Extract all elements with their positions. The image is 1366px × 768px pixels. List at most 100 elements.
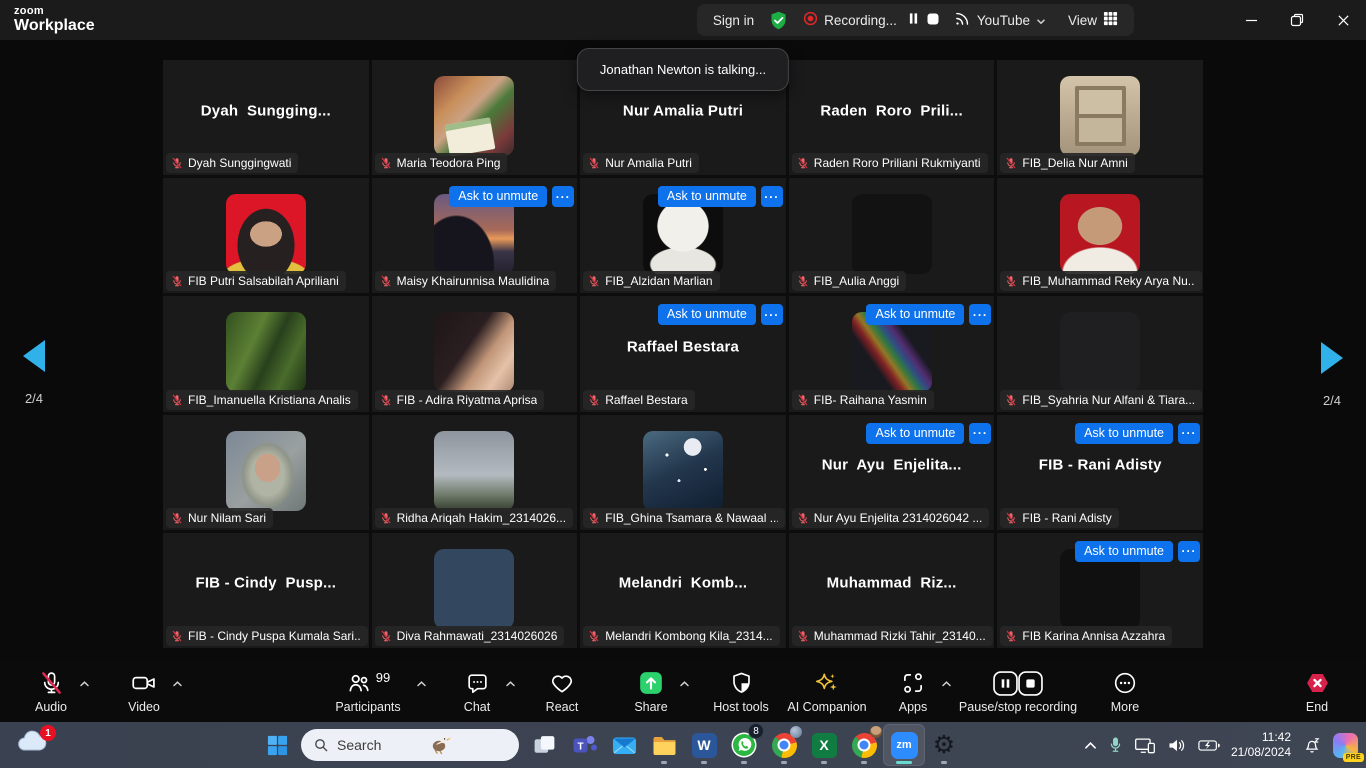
- taskbar-teams-button[interactable]: T: [564, 725, 604, 765]
- participant-tile[interactable]: Ask to unmute··· FIB Karina Annisa Azzahr…: [997, 533, 1203, 648]
- taskbar-whatsapp-button[interactable]: 8: [724, 725, 764, 765]
- volume-icon[interactable]: [1167, 737, 1187, 754]
- muted-mic-icon: [1005, 394, 1017, 406]
- participant-tile[interactable]: Ask to unmute···Raffael BestaraRaffael B…: [580, 296, 786, 411]
- participant-tile[interactable]: Nur Nilam Sari: [163, 415, 369, 530]
- participant-name: FIB Karina Annisa Azzahra: [1022, 629, 1165, 643]
- participant-tile[interactable]: Ridha Ariqah Hakim_2314026...: [372, 415, 578, 530]
- running-indicator: [941, 761, 947, 764]
- taskbar-chrome-button[interactable]: [764, 725, 804, 765]
- participant-name-pill: FIB_Syahria Nur Alfani & Tiara...: [1000, 390, 1202, 410]
- participant-tile[interactable]: FIB_Imanuella Kristiana Analis: [163, 296, 369, 411]
- participant-tile[interactable]: Muhammad Riz...Muhammad Rizki Tahir_2314…: [789, 533, 995, 648]
- participant-avatar: [434, 312, 514, 392]
- participant-name: FIB_Ghina Tsamara & Nawaal ...: [605, 511, 778, 525]
- start-button[interactable]: [258, 726, 296, 764]
- taskbar-mail-button[interactable]: [604, 725, 644, 765]
- battery-charging-icon[interactable]: [1198, 739, 1220, 752]
- participant-tile[interactable]: Maria Teodora Ping: [372, 60, 578, 175]
- participant-avatar: [643, 431, 723, 511]
- taskbar-zoom-button[interactable]: zm: [884, 725, 924, 765]
- widgets-button[interactable]: 1: [16, 729, 60, 761]
- taskbar-word-button[interactable]: W: [684, 725, 724, 765]
- tile-more-button[interactable]: ···: [1178, 423, 1200, 444]
- participant-tile[interactable]: Ask to unmute···FIB - Rani AdistyFIB - R…: [997, 415, 1203, 530]
- copilot-icon[interactable]: PRE: [1333, 733, 1358, 758]
- participant-name: FIB_Imanuella Kristiana Analis: [188, 393, 351, 407]
- participant-avatar: [434, 76, 514, 156]
- tile-more-button[interactable]: ···: [761, 186, 783, 207]
- participant-tile[interactable]: FIB_Muhammad Reky Arya Nu...: [997, 178, 1203, 293]
- ask-to-unmute-button[interactable]: Ask to unmute: [658, 304, 756, 325]
- taskbar-chrome-profile-button[interactable]: [844, 725, 884, 765]
- meeting-stage: Dyah Sungging...Dyah SunggingwatiMaria T…: [0, 40, 1366, 660]
- participant-name: Raffael Bestara: [605, 393, 688, 407]
- participant-name: FIB_Alzidan Marlian: [605, 274, 712, 288]
- recording-label: Recording...: [824, 13, 897, 28]
- participant-tile[interactable]: Diva Rahmawati_2314026026: [372, 533, 578, 648]
- maximize-button[interactable]: [1274, 0, 1320, 40]
- next-page-arrow-icon[interactable]: [1321, 342, 1343, 374]
- mic-in-use-icon[interactable]: [1108, 736, 1123, 754]
- toolbar-video-button[interactable]: Video: [79, 667, 209, 714]
- participant-tile[interactable]: Ask to unmute··· FIB_Alzidan Marlian: [580, 178, 786, 293]
- ask-to-unmute-button[interactable]: Ask to unmute: [866, 304, 964, 325]
- zoom-workplace-logo: zoom Workplace: [14, 6, 95, 34]
- taskbar-task-view-button[interactable]: [524, 725, 564, 765]
- participant-tile[interactable]: FIB Putri Salsabilah Apriliani: [163, 178, 369, 293]
- ask-to-unmute-button[interactable]: Ask to unmute: [866, 423, 964, 444]
- participant-avatar: [226, 312, 306, 392]
- participant-tile[interactable]: FIB_Delia Nur Amni: [997, 60, 1203, 175]
- participant-tile[interactable]: Ask to unmute···Nur Ayu Enjelita...Nur A…: [789, 415, 995, 530]
- tile-more-button[interactable]: ···: [1178, 541, 1200, 562]
- running-indicator: [821, 761, 827, 764]
- sign-in-button[interactable]: Sign in: [713, 13, 754, 28]
- participant-tile[interactable]: FIB_Syahria Nur Alfani & Tiara...: [997, 296, 1203, 411]
- ask-to-unmute-button[interactable]: Ask to unmute: [1075, 423, 1173, 444]
- participant-tile[interactable]: Ask to unmute···Maisy Khairunnisa Maulid…: [372, 178, 578, 293]
- participant-tile[interactable]: Melandri Komb...Melandri Kombong Kila_23…: [580, 533, 786, 648]
- tray-chevron-up-icon[interactable]: [1084, 741, 1097, 750]
- participant-tile[interactable]: Raden Roro Prili...Raden Roro Priliani R…: [789, 60, 995, 175]
- participant-tile[interactable]: FIB_Ghina Tsamara & Nawaal ...: [580, 415, 786, 530]
- sign-in-label: Sign in: [713, 13, 754, 28]
- stop-recording-icon[interactable]: [926, 12, 940, 29]
- muted-mic-icon: [380, 157, 392, 169]
- ask-to-unmute-button[interactable]: Ask to unmute: [658, 186, 756, 207]
- taskbar-settings-button[interactable]: ⚙: [924, 725, 964, 765]
- taskbar-apps: T W8Xzm⚙: [524, 725, 964, 765]
- system-tray: 11:42 21/08/2024 PRE: [1084, 722, 1358, 768]
- live-stream-youtube[interactable]: YouTube: [954, 10, 1046, 30]
- participant-tile[interactable]: FIB - Cindy Pusp...FIB - Cindy Puspa Kum…: [163, 533, 369, 648]
- muted-mic-icon: [380, 394, 392, 406]
- participant-tile[interactable]: Ask to unmute···FIB- Raihana Yasmin: [789, 296, 995, 411]
- cast-display-icon[interactable]: [1134, 736, 1156, 755]
- toolbar-more-button[interactable]: More: [1060, 667, 1190, 714]
- participant-tile[interactable]: FIB - Adira Riyatma Aprisa: [372, 296, 578, 411]
- taskbar-clock[interactable]: 11:42 21/08/2024: [1231, 730, 1291, 760]
- tile-more-button[interactable]: ···: [969, 423, 991, 444]
- tile-more-button[interactable]: ···: [969, 304, 991, 325]
- close-button[interactable]: [1320, 0, 1366, 40]
- search-input[interactable]: Search: [301, 729, 519, 761]
- end-icon: [1252, 667, 1366, 699]
- tile-more-button[interactable]: ···: [552, 186, 574, 207]
- security-shield-icon[interactable]: [768, 10, 789, 31]
- notification-bell-icon[interactable]: [1302, 735, 1322, 755]
- toolbar-end-button[interactable]: End: [1252, 667, 1366, 714]
- taskbar-excel-button[interactable]: X: [804, 725, 844, 765]
- participant-tile[interactable]: Dyah Sungging...Dyah Sunggingwati: [163, 60, 369, 175]
- participant-tile[interactable]: FIB_Aulia Anggi: [789, 178, 995, 293]
- participant-display-name: Nur Ayu Enjelita...: [789, 457, 995, 474]
- minimize-button[interactable]: [1228, 0, 1274, 40]
- ask-to-unmute-button[interactable]: Ask to unmute: [1075, 541, 1173, 562]
- prev-page-arrow-icon[interactable]: [23, 340, 45, 372]
- chevron-up-icon[interactable]: [172, 675, 183, 693]
- tile-more-button[interactable]: ···: [761, 304, 783, 325]
- pause-recording-icon[interactable]: [907, 12, 920, 28]
- view-button[interactable]: View: [1068, 11, 1118, 29]
- ask-to-unmute-button[interactable]: Ask to unmute: [449, 186, 547, 207]
- toolbar-label: End: [1252, 700, 1366, 714]
- taskbar-explorer-button[interactable]: [644, 725, 684, 765]
- muted-mic-icon: [588, 394, 600, 406]
